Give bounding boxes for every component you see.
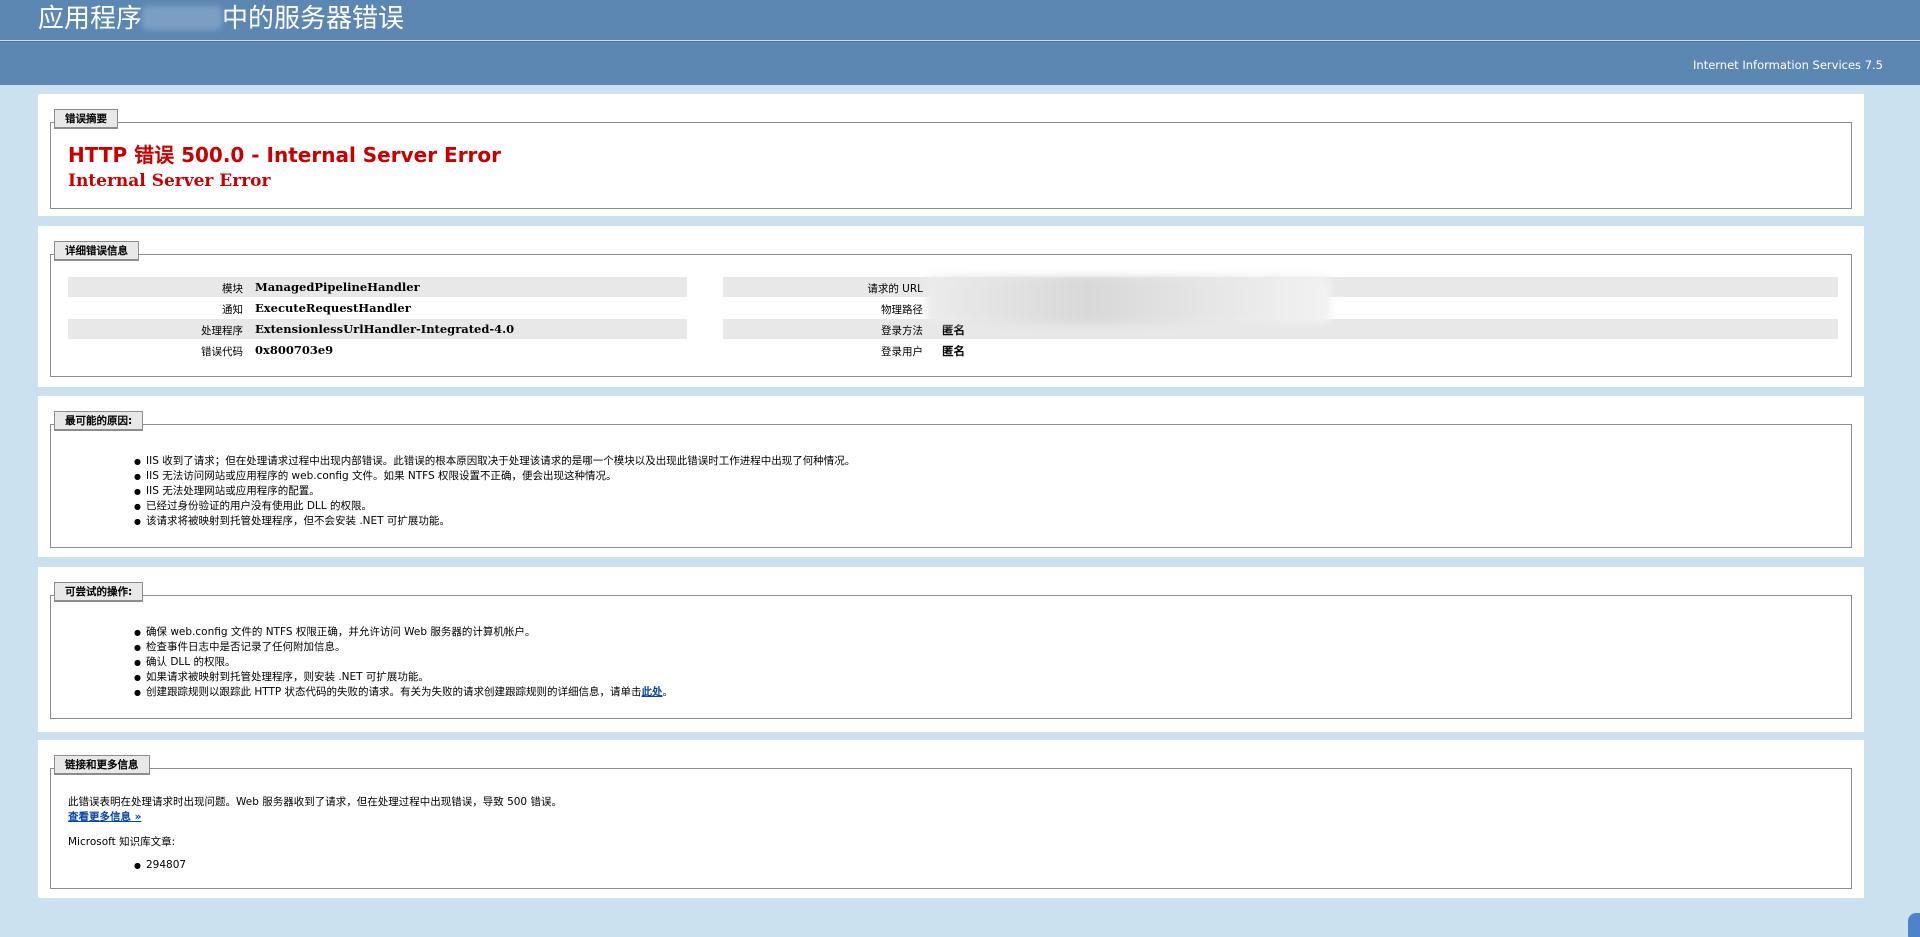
server-name: Internet Information Services 7.5 xyxy=(1693,58,1883,72)
error-description: 此错误表明在处理请求时出现问题。Web 服务器收到了请求，但在处理过程中出现错误… xyxy=(68,796,562,808)
detail-label: 请求的 URL xyxy=(867,283,923,295)
likely-causes-legend: 最可能的原因: xyxy=(54,411,144,431)
things-to-try-fieldset: 可尝试的操作: 确保 web.config 文件的 NTFS 权限正确，并允许访… xyxy=(50,582,1852,719)
detail-label: 登录方法 xyxy=(881,325,923,337)
redacted-url-path xyxy=(926,276,1331,324)
detail-label: 物理路径 xyxy=(881,304,923,316)
list-item: 如果请求被映射到托管处理程序，则安装 .NET 可扩展功能。 xyxy=(134,670,673,685)
app-header: 应用程序 中的服务器错误 xyxy=(0,0,1920,40)
kb-list: 294807 xyxy=(134,858,186,873)
list-item: 确保 web.config 文件的 NTFS 权限正确，并允许访问 Web 服务… xyxy=(134,625,673,640)
error-summary-legend: 错误摘要 xyxy=(54,109,118,129)
detail-label: 处理程序 xyxy=(201,325,243,337)
likely-causes-panel: 最可能的原因: IIS 收到了请求；但在处理请求过程中出现内部错误。此错误的根本… xyxy=(38,396,1864,557)
detail-value: 匿名 xyxy=(942,323,965,337)
links-more-info-panel: 链接和更多信息 此错误表明在处理请求时出现问题。Web 服务器收到了请求，但在处… xyxy=(38,740,1864,898)
things-to-try-panel: 可尝试的操作: 确保 web.config 文件的 NTFS 权限正确，并允许访… xyxy=(38,567,1864,732)
title-prefix: 应用程序 xyxy=(38,4,143,34)
detail-row-handler: 处理程序 ExtensionlessUrlHandler-Integrated-… xyxy=(68,319,687,339)
detail-row-module: 模块 ManagedPipelineHandler xyxy=(68,277,687,297)
error-subtitle: Internal Server Error xyxy=(68,171,271,191)
error-summary-panel: 错误摘要 HTTP 错误 500.0 - Internal Server Err… xyxy=(38,94,1864,216)
detailed-error-legend: 详细错误信息 xyxy=(54,241,139,261)
view-more-info-link[interactable]: 查看更多信息 » xyxy=(68,811,141,823)
detail-label: 模块 xyxy=(222,283,243,295)
error-title: HTTP 错误 500.0 - Internal Server Error xyxy=(68,143,502,167)
error-summary-fieldset: 错误摘要 HTTP 错误 500.0 - Internal Server Err… xyxy=(50,109,1852,209)
server-bar: Internet Information Services 7.5 xyxy=(0,41,1920,85)
detail-value: 0x800703e9 xyxy=(255,343,334,357)
list-item: 已经过身份验证的用户没有使用此 DLL 的权限。 xyxy=(134,499,855,514)
detail-row-logon-user: 登录用户 匿名 xyxy=(723,340,1838,360)
detail-label: 错误代码 xyxy=(201,346,243,358)
list-item: 确认 DLL 的权限。 xyxy=(134,655,673,670)
list-item: 该请求将被映射到托管处理程序，但不会安装 .NET 可扩展功能。 xyxy=(134,514,855,529)
links-more-info-legend: 链接和更多信息 xyxy=(54,755,150,775)
list-item: IIS 无法访问网站或应用程序的 web.config 文件。如果 NTFS 权… xyxy=(134,469,855,484)
click-here-link[interactable]: 此处 xyxy=(642,686,663,698)
list-item-end: 。 xyxy=(662,686,674,698)
list-item-text: 创建跟踪规则以跟踪此 HTTP 状态代码的失败的请求。有关为失败的请求创建跟踪规… xyxy=(146,686,642,698)
detail-value: ExecuteRequestHandler xyxy=(255,301,411,315)
causes-list: IIS 收到了请求；但在处理请求过程中出现内部错误。此错误的根本原因取决于处理该… xyxy=(134,454,855,529)
actions-list: 确保 web.config 文件的 NTFS 权限正确，并允许访问 Web 服务… xyxy=(134,625,673,700)
list-item: 创建跟踪规则以跟踪此 HTTP 状态代码的失败的请求。有关为失败的请求创建跟踪规… xyxy=(134,685,673,700)
list-item: 294807 xyxy=(134,858,186,873)
detailed-error-panel: 详细错误信息 模块 ManagedPipelineHandler 通知 Exec… xyxy=(38,226,1864,387)
list-item: 检查事件日志中是否记录了任何附加信息。 xyxy=(134,640,673,655)
things-to-try-legend: 可尝试的操作: xyxy=(54,582,144,602)
detail-value: 匿名 xyxy=(942,344,965,358)
list-item: IIS 无法处理网站或应用程序的配置。 xyxy=(134,484,855,499)
list-item: IIS 收到了请求；但在处理请求过程中出现内部错误。此错误的根本原因取决于处理该… xyxy=(134,454,855,469)
detail-value: ExtensionlessUrlHandler-Integrated-4.0 xyxy=(255,322,515,336)
kb-label: Microsoft 知识库文章: xyxy=(68,836,176,848)
likely-causes-fieldset: 最可能的原因: IIS 收到了请求；但在处理请求过程中出现内部错误。此错误的根本… xyxy=(50,411,1852,548)
detail-value: ManagedPipelineHandler xyxy=(255,280,420,294)
redacted-app-name xyxy=(142,6,223,30)
detail-label: 通知 xyxy=(222,304,243,316)
detail-row-error-code: 错误代码 0x800703e9 xyxy=(68,340,687,360)
links-more-info-fieldset: 链接和更多信息 此错误表明在处理请求时出现问题。Web 服务器收到了请求，但在处… xyxy=(50,755,1852,889)
title-suffix: 中的服务器错误 xyxy=(222,4,405,34)
detail-label: 登录用户 xyxy=(881,346,923,358)
detail-row-notification: 通知 ExecuteRequestHandler xyxy=(68,298,687,318)
page-title: 应用程序 中的服务器错误 xyxy=(38,1,404,37)
corner-widget[interactable] xyxy=(1908,913,1920,937)
